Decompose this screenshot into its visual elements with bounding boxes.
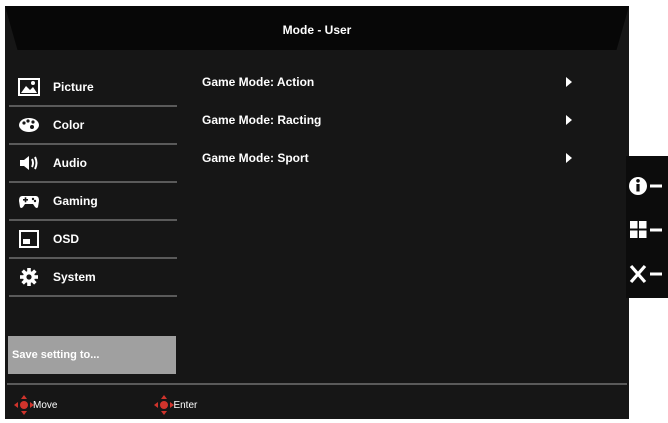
sidebar-item-label: Picture (53, 80, 94, 94)
sidebar-item-label: Color (53, 118, 85, 132)
move-hint: Move (13, 394, 57, 416)
mode-row-sport[interactable]: Game Mode: Sport (202, 139, 582, 177)
sidebar-item-label: Gaming (53, 194, 98, 208)
sidebar-item-osd[interactable]: OSD (9, 221, 177, 259)
menu-title: Mode - User (282, 23, 352, 37)
osd-menu: Mode - User Picture Color Audio Gaming O… (5, 6, 629, 419)
sidebar: Picture Color Audio Gaming OSD System (9, 69, 177, 297)
grid-icon[interactable] (628, 218, 666, 242)
chevron-right-icon (566, 77, 572, 87)
footer-hints: Move Enter (13, 394, 197, 416)
mode-row-label: Game Mode: Sport (202, 151, 309, 165)
sidebar-item-label: Audio (53, 156, 87, 170)
enter-hint: Enter (153, 394, 197, 416)
sidebar-item-picture[interactable]: Picture (9, 69, 177, 107)
osd-window-icon (17, 229, 41, 249)
sidebar-item-label: System (53, 270, 96, 284)
mode-row-racting[interactable]: Game Mode: Racting (202, 101, 582, 139)
sidebar-item-audio[interactable]: Audio (9, 145, 177, 183)
chevron-right-icon (566, 115, 572, 125)
sidebar-item-label: OSD (53, 232, 80, 246)
gear-icon (17, 267, 41, 287)
footer-divider (7, 383, 627, 385)
picture-icon (17, 77, 41, 97)
close-icon[interactable] (628, 262, 666, 286)
mode-row-label: Game Mode: Racting (202, 113, 322, 127)
info-icon[interactable] (628, 174, 666, 198)
mode-row-action[interactable]: Game Mode: Action (202, 63, 582, 101)
mode-row-label: Game Mode: Action (202, 75, 315, 89)
sidebar-item-gaming[interactable]: Gaming (9, 183, 177, 221)
joystick-enter-icon (154, 395, 175, 415)
sidebar-item-system[interactable]: System (9, 259, 177, 297)
hotkey-panel (626, 156, 668, 298)
mode-list: Game Mode: Action Game Mode: Racting Gam… (202, 63, 582, 177)
sidebar-item-color[interactable]: Color (9, 107, 177, 145)
palette-icon (17, 115, 41, 135)
save-setting-button[interactable]: Save setting to... (8, 336, 176, 374)
move-label: Move (33, 399, 58, 411)
chevron-right-icon (566, 153, 572, 163)
speaker-icon (17, 153, 41, 173)
enter-label: Enter (173, 399, 198, 411)
joystick-move-icon (14, 395, 34, 415)
gamepad-icon (17, 191, 41, 211)
